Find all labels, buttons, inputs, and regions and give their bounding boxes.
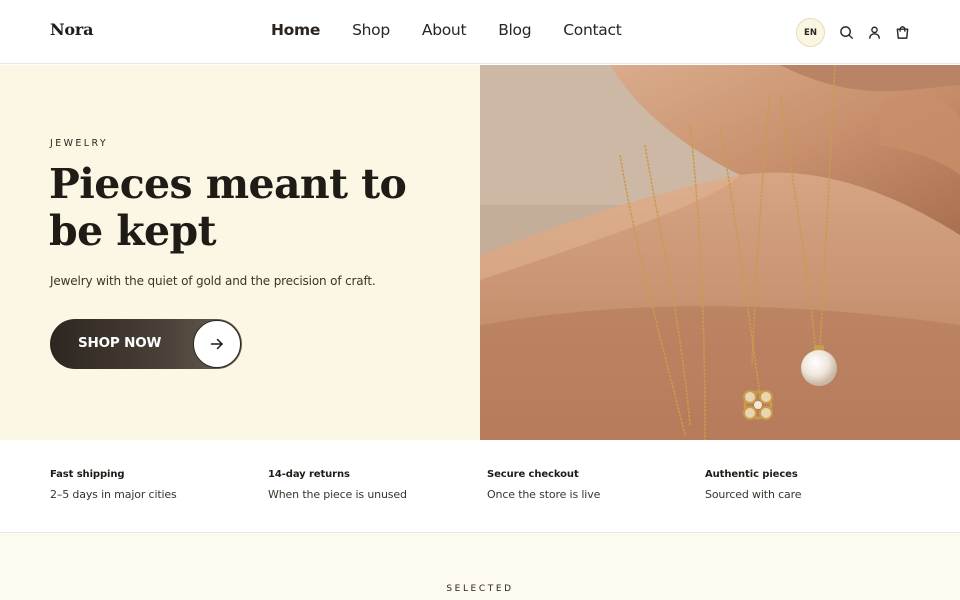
- feature-item: Authentic pieces Sourced with care: [705, 469, 802, 501]
- feature-desc: When the piece is unused: [268, 488, 407, 501]
- feature-item: Fast shipping 2–5 days in major cities: [50, 469, 177, 501]
- feature-title: Secure checkout: [487, 469, 579, 480]
- arrow-right-icon: [193, 320, 241, 368]
- feature-title: Fast shipping: [50, 469, 125, 480]
- feature-desc: Once the store is live: [487, 488, 601, 501]
- feature-title: Authentic pieces: [705, 469, 798, 480]
- site-header: Nora Home Shop About Blog Contact EN: [0, 0, 960, 64]
- nav-home[interactable]: Home: [271, 21, 320, 39]
- main-nav: Home Shop About Blog Contact: [271, 21, 622, 39]
- features-bar: Fast shipping 2–5 days in major cities 1…: [0, 440, 960, 533]
- shop-now-label: SHOP NOW: [78, 335, 162, 351]
- feature-desc: 2–5 days in major cities: [50, 488, 177, 501]
- hero-section: JEWELRY Pieces meant to be kept Jewelry …: [0, 65, 480, 440]
- hero-headline: Pieces meant to be kept: [49, 160, 407, 255]
- nav-about[interactable]: About: [422, 21, 467, 39]
- cart-icon[interactable]: [894, 25, 910, 41]
- feature-desc: Sourced with care: [705, 488, 802, 501]
- brand-logo[interactable]: Nora: [50, 20, 93, 39]
- feature-title: 14-day returns: [268, 469, 350, 480]
- hero-image: [480, 65, 960, 440]
- selected-title: SELECTED: [446, 584, 514, 594]
- search-icon[interactable]: [838, 25, 854, 41]
- nav-contact[interactable]: Contact: [563, 21, 622, 39]
- hero-eyebrow: JEWELRY: [50, 138, 109, 149]
- account-icon[interactable]: [866, 25, 882, 41]
- header-tools: EN: [796, 18, 910, 47]
- selected-section: SELECTED: [0, 534, 960, 600]
- jewelry-photo: [480, 65, 960, 440]
- feature-item: 14-day returns When the piece is unused: [268, 469, 407, 501]
- feature-item: Secure checkout Once the store is live: [487, 469, 600, 501]
- nav-blog[interactable]: Blog: [498, 21, 531, 39]
- language-switcher[interactable]: EN: [796, 18, 825, 47]
- hero-subtext: Jewelry with the quiet of gold and the p…: [50, 274, 376, 288]
- nav-shop[interactable]: Shop: [352, 21, 390, 39]
- shop-now-button[interactable]: SHOP NOW: [50, 319, 242, 369]
